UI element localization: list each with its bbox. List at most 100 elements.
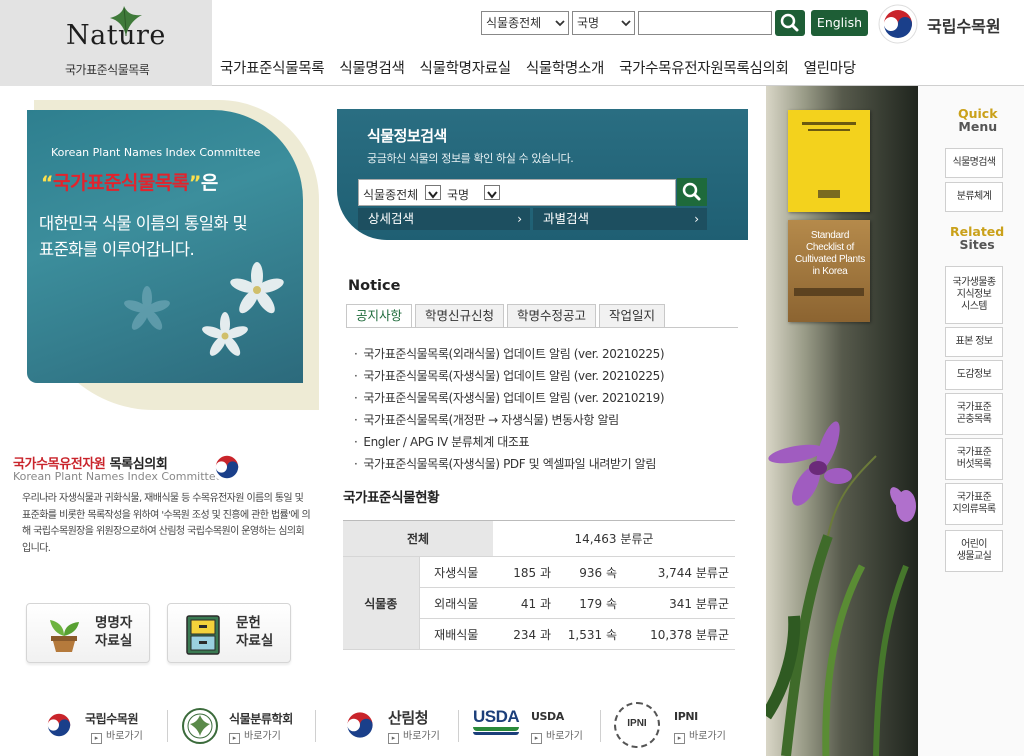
plant-status-table: 전체 14,463 분류군 식물종 자생식물 185 과 936 속 3,744…: [343, 520, 735, 650]
photo-column: Standard Checklist of Cultivated Plants …: [766, 86, 918, 756]
plant-info-search-panel: 식물정보검색 궁금하신 식물의 정보를 확인 하실 수 있습니다. 식물종전체 …: [337, 109, 748, 240]
related-site-field-guide[interactable]: 도감정보: [945, 360, 1003, 390]
notice-tabs: 공지사항 학명신규신청 학명수정공고 작업일지: [346, 304, 668, 328]
related-site-specimen[interactable]: 표본 정보: [945, 327, 1003, 357]
footer-divider: [315, 710, 316, 742]
nav-item-archive[interactable]: 식물학명자료실: [420, 57, 512, 78]
english-button[interactable]: English: [811, 10, 868, 36]
korea-gov-emblem-icon[interactable]: [878, 4, 918, 44]
related-site-mushroom-list[interactable]: 국가표준 버섯목록: [945, 438, 1003, 480]
search-icon: [780, 13, 799, 32]
orchid-photo: [766, 421, 916, 756]
chevron-down-icon[interactable]: [484, 185, 500, 200]
table-row: 전체 14,463 분류군: [343, 520, 735, 557]
tab-name-revision[interactable]: 학명수정공고: [507, 304, 597, 328]
institution-name[interactable]: 국립수목원: [927, 13, 1001, 37]
family-search-button[interactable]: 과별검색 ›: [533, 208, 707, 230]
panel-scope-select[interactable]: 식물종전체: [363, 186, 418, 203]
ipni-seal-icon: IPNI: [614, 702, 660, 748]
panel-field-select[interactable]: 국명: [447, 186, 469, 203]
footer-link-usda[interactable]: USDA USDA ▸ 바로가기: [473, 701, 583, 749]
sprout-pot-icon: [50, 620, 79, 652]
list-item[interactable]: · 국가표준식물목록(자생식물) 업데이트 알림 (ver. 20210219): [354, 387, 665, 409]
table-row: 식물종 자생식물 185 과 936 속 3,744 분류군: [343, 556, 735, 650]
nav-item-plant-search[interactable]: 식물명검색: [339, 57, 405, 78]
nav-item-committee[interactable]: 국가수목유전자원목록심의회: [619, 57, 789, 78]
nav-item-open-forum[interactable]: 열린마당: [804, 57, 856, 78]
play-icon: ▸: [91, 733, 102, 744]
literature-archive-button[interactable]: 문헌 자료실: [167, 603, 291, 663]
footer-link-plant-taxonomy-society[interactable]: 식물분류학회 ▸ 바로가기: [181, 701, 311, 749]
notice-heading: Notice: [348, 278, 401, 294]
footer-link-forest-service[interactable]: 산림청 ▸ 바로가기: [342, 701, 452, 749]
related-site-species-system[interactable]: 국가생물종 지식정보 시스템: [945, 266, 1003, 324]
site-header: Nature 국가표준식물목록 식물종전체 국명 English 국립수목원 국…: [0, 0, 1024, 86]
site-logo[interactable]: Nature 국가표준식물목록: [0, 0, 212, 86]
list-item[interactable]: · 국가표준식물목록(자생식물) PDF 및 엑셀파일 내려받기 알림: [354, 453, 664, 475]
tab-divider: [346, 327, 738, 328]
quick-item-plant-search[interactable]: 식물명검색: [945, 148, 1003, 178]
korea-gov-emblem-icon: [43, 709, 75, 741]
search-button[interactable]: [775, 10, 805, 36]
chevron-right-icon: ›: [694, 212, 699, 226]
list-item[interactable]: · 국가표준식물목록(외래식물) 업데이트 알림 (ver. 20210225): [354, 343, 665, 365]
committee-description: 우리나라 자생식물과 귀화식물, 재배식물 등 수목유전자원 이름의 통일 및 …: [22, 493, 311, 554]
search-scope-select[interactable]: 식물종전체: [481, 11, 569, 35]
related-site-insect-list[interactable]: 국가표준 곤충목록: [945, 393, 1003, 435]
quick-menu-title: Quick Menu: [958, 106, 998, 134]
korea-gov-emblem-icon: [342, 707, 378, 743]
main-navigation: 국가표준식물목록 식물명검색 식물학명자료실 식물학명소개 국가수목유전자원목록…: [220, 57, 871, 78]
notice-list: · 국가표준식물목록(외래식물) 업데이트 알림 (ver. 20210225) …: [354, 343, 665, 475]
related-site-kids-classroom[interactable]: 어린이 생물교실: [945, 530, 1003, 572]
korea-gov-emblem-icon: [211, 451, 243, 483]
logo-wordmark: Nature: [66, 20, 166, 51]
logo-subtitle: 국가표준식물목록: [65, 63, 150, 77]
book-cover-native-plants[interactable]: [788, 110, 870, 212]
play-icon: ▸: [388, 733, 399, 744]
book-cover-cultivated-plants[interactable]: Standard Checklist of Cultivated Plants …: [788, 220, 870, 322]
tab-notices[interactable]: 공지사항: [346, 304, 413, 328]
list-item[interactable]: · 국가표준식물목록(개정판 → 자생식물) 변동사항 알림: [354, 409, 664, 431]
status-heading: 국가표준식물현황: [343, 490, 440, 506]
footer-link-ipni[interactable]: IPNI IPNI ▸ 바로가기: [614, 701, 734, 749]
chevron-down-icon: [621, 20, 631, 27]
panel-subtitle: 궁금하신 식물의 정보를 확인 하실 수 있습니다.: [367, 152, 574, 165]
panel-title: 식물정보검색: [367, 127, 447, 145]
play-icon: ▸: [531, 733, 542, 744]
chevron-right-icon: ›: [517, 212, 522, 226]
banner-title: “국가표준식물목록”은: [41, 172, 218, 194]
banner-org-name: Korean Plant Names Index Committee: [51, 146, 261, 159]
list-item[interactable]: · Engler / APG IV 분류체계 대조표: [354, 431, 664, 453]
file-cabinet-icon: [186, 615, 220, 655]
hero-banner: Korean Plant Names Index Committee “국가표준…: [27, 110, 303, 383]
play-icon: ▸: [674, 733, 685, 744]
footer-divider: [167, 710, 168, 742]
detail-search-button[interactable]: 상세검색 ›: [358, 208, 530, 230]
play-icon: ▸: [229, 733, 240, 744]
search-icon: [682, 182, 701, 201]
banner-line-1: 대한민국 식물 이름의 통일화 및: [39, 214, 248, 233]
tab-work-log[interactable]: 작업일지: [599, 304, 666, 328]
nav-item-standard-list[interactable]: 국가표준식물목록: [220, 57, 325, 78]
chevron-down-icon: [555, 20, 565, 27]
tab-new-name-request[interactable]: 학명신규신청: [415, 304, 505, 328]
quick-item-classification[interactable]: 분류체계: [945, 182, 1003, 212]
list-item[interactable]: · 국가표준식물목록(자생식물) 업데이트 알림 (ver. 20210225): [354, 365, 665, 387]
usda-logo: USDA: [473, 707, 520, 737]
related-sites-title: Related Sites: [950, 224, 1005, 252]
panel-search-input[interactable]: 식물종전체 국명: [358, 179, 676, 206]
society-seal-icon: [182, 708, 218, 744]
panel-search-button[interactable]: [677, 178, 707, 206]
related-site-lichen-list[interactable]: 국가표준 지의류목록: [945, 483, 1003, 525]
chevron-down-icon[interactable]: [425, 185, 441, 200]
footer-divider: [458, 710, 459, 742]
quick-menu: Quick Menu 식물명검색 분류체계 Related Sites 국가생물종 지…: [918, 86, 1024, 756]
committee-title-en: Korean Plant Names Index Committee: [13, 470, 223, 483]
flower-illustration: [124, 262, 284, 356]
footer-link-kna[interactable]: 국립수목원 ▸ 바로가기: [43, 701, 163, 749]
search-input[interactable]: [638, 11, 772, 35]
footer-divider: [600, 710, 601, 742]
search-field-select[interactable]: 국명: [572, 11, 635, 35]
nav-item-introduction[interactable]: 식물학명소개: [526, 57, 605, 78]
namer-archive-button[interactable]: 명명자 자료실: [26, 603, 150, 663]
